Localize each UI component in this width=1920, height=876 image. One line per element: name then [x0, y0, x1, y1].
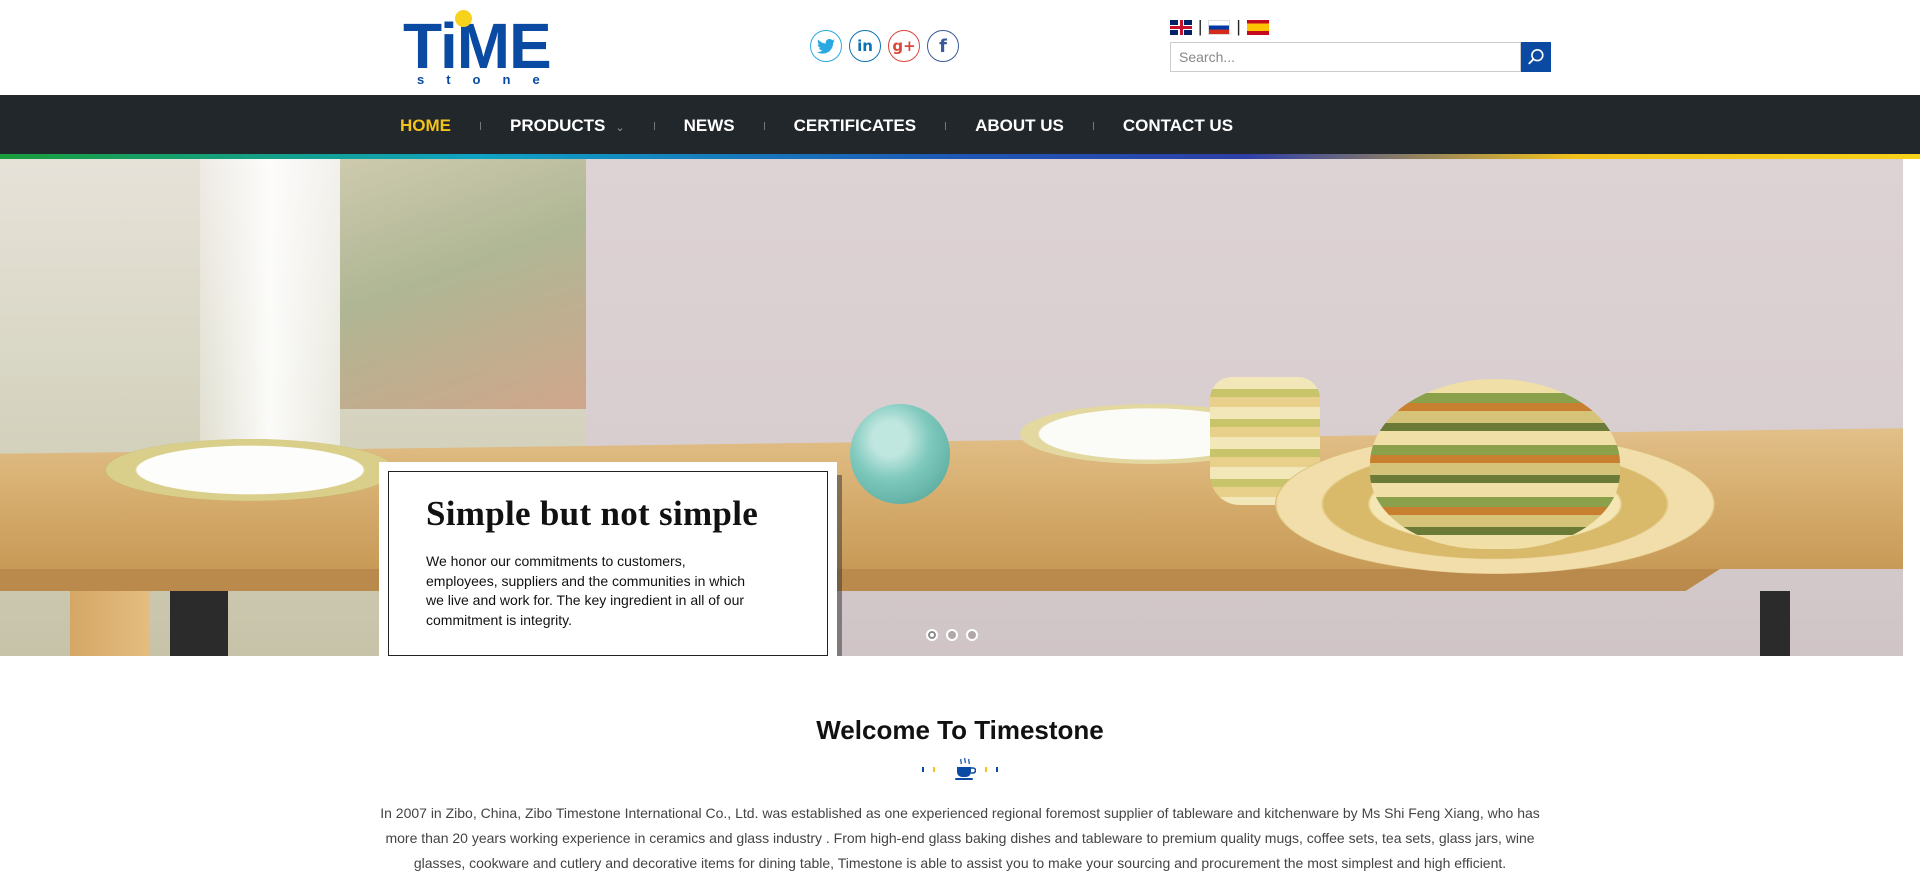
hero-slider[interactable]: Simple but not simple We honor our commi… — [0, 159, 1903, 656]
nav-certificates[interactable]: CERTIFICATES — [794, 116, 916, 136]
hero-bowl — [1370, 379, 1620, 549]
hero-title: Simple but not simple — [426, 494, 759, 533]
logo-dot — [455, 10, 472, 27]
english-flag-icon[interactable] — [1170, 19, 1192, 35]
lang-separator: | — [1236, 17, 1241, 36]
nav-separator — [480, 121, 481, 130]
slider-dot[interactable] — [966, 629, 978, 641]
hero-table-leg — [70, 591, 150, 656]
search-icon — [1528, 48, 1544, 65]
facebook-glyph: f — [939, 35, 947, 57]
google-plus-icon[interactable]: g+ — [888, 30, 920, 62]
nav-separator — [763, 121, 765, 130]
twitter-icon[interactable] — [810, 30, 842, 62]
hero-caption-card: Simple but not simple We honor our commi… — [380, 463, 836, 656]
social-links: in g+ f — [810, 30, 959, 62]
chevron-down-icon: ⌄ — [615, 121, 625, 134]
hero-plate — [105, 439, 395, 501]
site-logo[interactable]: TiME stone — [403, 10, 589, 87]
nav-products-label: PRODUCTS — [510, 115, 606, 135]
divider-dash — [922, 766, 924, 772]
main-nav: HOME PRODUCTS ⌄ NEWS CERTIFICATES ABOUT U… — [400, 95, 1233, 156]
logo-subtitle: stone — [417, 72, 562, 87]
logo-wordmark: TiME — [403, 10, 552, 82]
nav-news[interactable]: NEWS — [684, 116, 735, 136]
nav-separator — [1092, 121, 1094, 130]
coffee-cup-icon — [955, 757, 977, 780]
nav-separator — [945, 121, 947, 130]
hero-caption-frame: Simple but not simple We honor our commi… — [388, 471, 828, 656]
russian-flag-icon[interactable] — [1208, 19, 1231, 35]
hero-bowl-set — [1275, 379, 1715, 579]
search-input[interactable] — [1171, 43, 1520, 71]
linkedin-glyph: in — [857, 37, 873, 55]
nav-products[interactable]: PRODUCTS ⌄ — [510, 116, 625, 136]
divider-dash — [985, 766, 988, 772]
search-box — [1170, 42, 1521, 72]
slider-dot[interactable] — [946, 629, 958, 641]
search-button[interactable] — [1521, 42, 1551, 72]
nav-about-us[interactable]: ABOUT US — [975, 116, 1064, 136]
spanish-flag-icon[interactable] — [1246, 19, 1269, 35]
nav-contact-us[interactable]: CONTACT US — [1123, 116, 1233, 136]
lang-separator: | — [1198, 17, 1203, 36]
facebook-icon[interactable]: f — [927, 30, 959, 62]
hero-table-leg — [170, 591, 228, 656]
site-header: TiME stone in g+ f | | — [0, 0, 1920, 95]
hero-text: We honor our commitments to customers, e… — [426, 553, 746, 628]
section-divider — [922, 756, 998, 782]
linkedin-icon[interactable]: in — [849, 30, 881, 62]
hero-table-leg — [1760, 591, 1790, 656]
welcome-title: Welcome To Timestone — [816, 715, 1104, 745]
divider-dash — [932, 766, 935, 772]
nav-separator — [653, 121, 655, 130]
hero-background-garden — [340, 159, 586, 409]
slider-pagination — [926, 629, 978, 641]
welcome-body: In 2007 in Zibo, China, Zibo Timestone I… — [380, 805, 1540, 871]
hero-teapot — [850, 404, 950, 504]
google-plus-glyph: g+ — [892, 37, 916, 55]
nav-home[interactable]: HOME — [400, 116, 451, 136]
divider-dash — [995, 766, 998, 772]
language-switcher: | | — [1170, 17, 1269, 37]
slider-dot[interactable] — [926, 629, 938, 641]
